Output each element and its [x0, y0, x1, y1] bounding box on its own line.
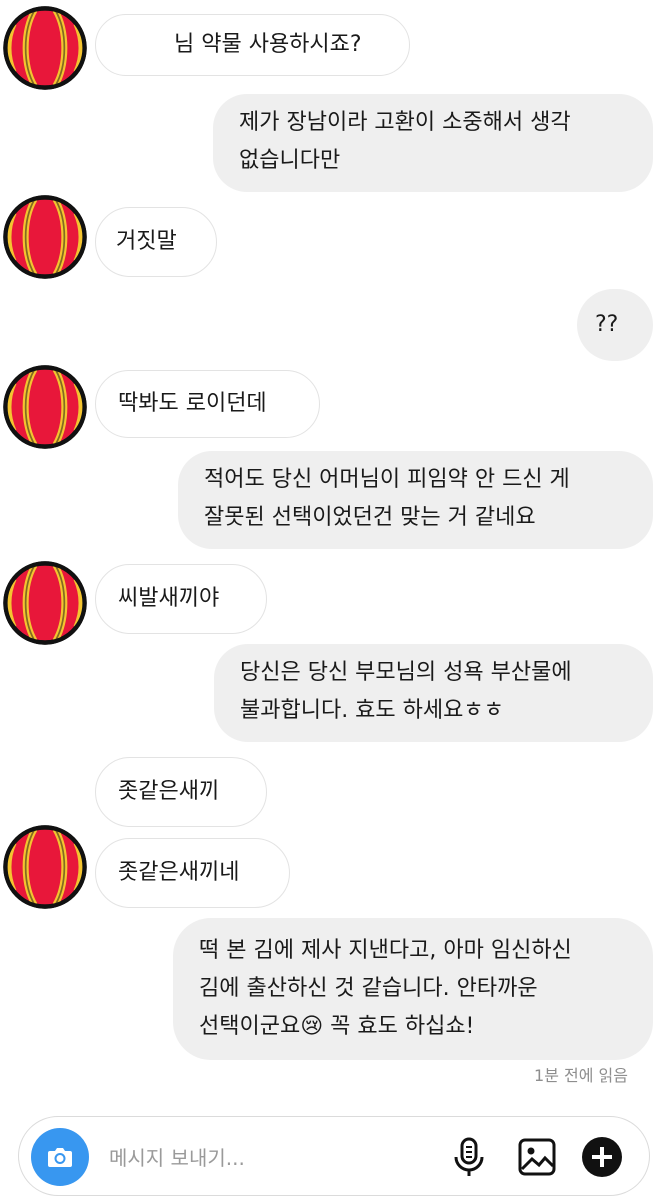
message-bubble-incoming[interactable]: 거짓말	[95, 207, 217, 277]
message-text: 씨발새끼야	[118, 586, 220, 611]
message-text: 딱봐도 로이던데	[118, 391, 267, 416]
contact-avatar[interactable]	[2, 364, 88, 450]
camera-icon	[48, 1148, 72, 1167]
message-line: 제가 장남이라 고환이 소중해서 생각	[239, 110, 571, 135]
message-bubble-incoming[interactable]: 딱봐도 로이던데	[95, 370, 320, 438]
message-text: 좃같은새끼네	[118, 860, 240, 885]
message-text: 님 약물 사용하시죠?	[174, 32, 362, 57]
message-bubble-incoming[interactable]: 님 약물 사용하시죠?	[95, 14, 410, 76]
message-line: 떡 본 김에 제사 지낸다고, 아마 임신하신	[199, 938, 572, 963]
message-composer	[18, 1116, 650, 1196]
message-bubble-outgoing[interactable]: 적어도 당신 어머님이 피임약 안 드신 게 잘못된 선택이었던건 맞는 거 같…	[178, 451, 653, 549]
message-line: 당신은 당신 부모님의 성욕 부산물에	[240, 660, 572, 685]
message-bubble-incoming[interactable]: 좃같은새끼	[95, 757, 267, 827]
image-icon[interactable]	[513, 1133, 561, 1181]
message-input[interactable]	[107, 1139, 411, 1177]
contact-avatar[interactable]	[2, 560, 88, 646]
contact-avatar[interactable]	[2, 824, 88, 910]
contact-avatar[interactable]	[2, 5, 88, 91]
message-text: 거짓말	[116, 229, 177, 254]
message-bubble-outgoing[interactable]: 당신은 당신 부모님의 성욕 부산물에 불과합니다. 효도 하세요ㅎㅎ	[214, 644, 653, 742]
message-line: 잘못된 선택이었던건 맞는 거 같네요	[204, 505, 536, 530]
contact-avatar[interactable]	[2, 194, 88, 280]
message-text: 좃같은새끼	[118, 779, 220, 804]
message-bubble-outgoing[interactable]: 떡 본 김에 제사 지낸다고, 아마 임신하신 김에 출산하신 것 같습니다. …	[173, 918, 653, 1060]
message-bubble-incoming[interactable]: 좃같은새끼네	[95, 838, 290, 908]
message-text: ??	[595, 312, 619, 337]
microphone-icon[interactable]	[445, 1133, 493, 1181]
plus-icon[interactable]	[578, 1133, 626, 1181]
read-receipt: 1분 전에 읽음	[534, 1066, 628, 1085]
message-bubble-outgoing[interactable]: ??	[577, 289, 653, 361]
message-bubble-incoming[interactable]: 씨발새끼야	[95, 564, 267, 634]
message-line: 불과합니다. 효도 하세요ㅎㅎ	[240, 698, 504, 723]
camera-button[interactable]	[31, 1128, 89, 1186]
message-line: 김에 출산하신 것 같습니다. 안타까운	[199, 976, 538, 1001]
message-bubble-outgoing[interactable]: 제가 장남이라 고환이 소중해서 생각 없습니다만	[213, 94, 653, 192]
message-line: 적어도 당신 어머님이 피임약 안 드신 게	[204, 467, 570, 492]
message-line: 없습니다만	[239, 148, 341, 173]
message-line: 선택이군요😢 꼭 효도 하십쇼!	[199, 1014, 475, 1039]
